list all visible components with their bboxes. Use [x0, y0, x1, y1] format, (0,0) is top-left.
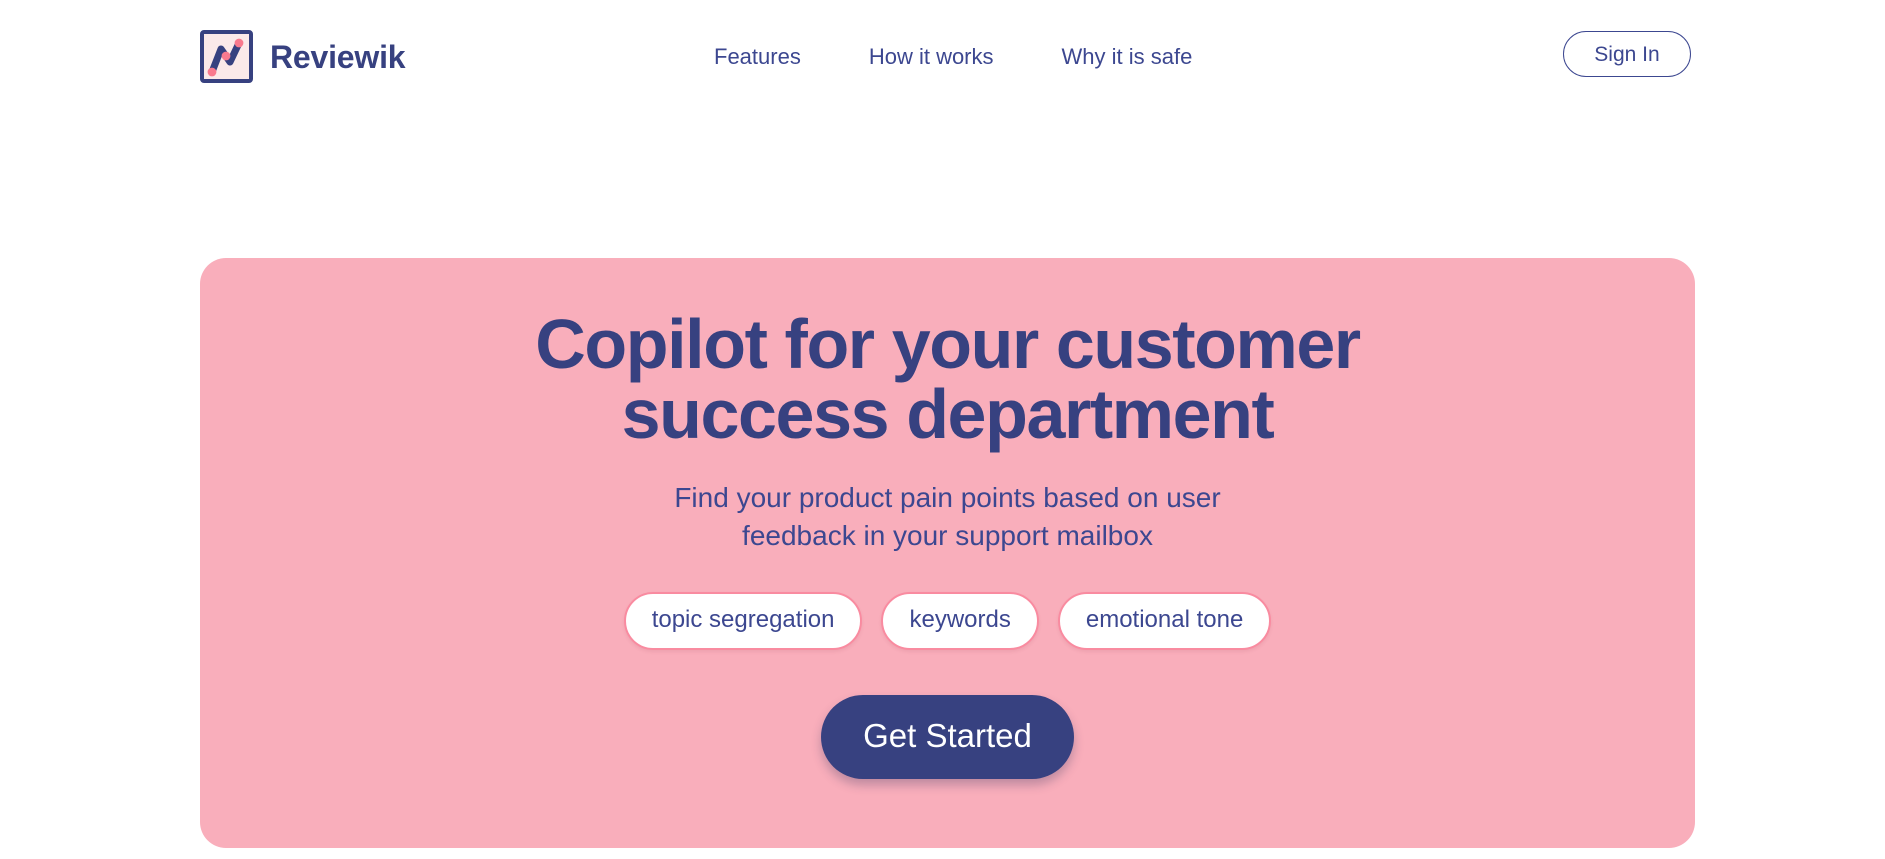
nav-link-how-it-works[interactable]: How it works: [869, 44, 994, 70]
hero-title: Copilot for your customer success depart…: [388, 309, 1508, 449]
nav-link-features[interactable]: Features: [714, 44, 801, 70]
tag-pill-emotional-tone[interactable]: emotional tone: [1057, 591, 1272, 650]
nav-link-why-it-is-safe[interactable]: Why it is safe: [1062, 44, 1193, 70]
hero-subtitle-line-1: Find your product pain points based on u…: [674, 482, 1221, 513]
tag-pill-keywords[interactable]: keywords: [881, 591, 1039, 650]
chart-zigzag-logo-icon: [200, 30, 253, 83]
hero-card: Copilot for your customer success depart…: [200, 258, 1695, 848]
hero-subtitle-line-2: feedback in your support mailbox: [742, 519, 1153, 551]
hero-tag-list: topic segregation keywords emotional ton…: [623, 591, 1272, 650]
brand-name: Reviewik: [270, 38, 406, 75]
sign-in-button[interactable]: Sign In: [1563, 31, 1691, 77]
hero-title-line-2: success department: [621, 375, 1275, 453]
cta-container: Get Started: [821, 694, 1074, 779]
page-root: Reviewik Features How it works Why it is…: [0, 0, 1885, 859]
get-started-button[interactable]: Get Started: [821, 694, 1074, 779]
tag-pill-topic-segregation[interactable]: topic segregation: [623, 591, 863, 650]
brand-logo-link[interactable]: Reviewik: [200, 30, 406, 83]
hero-subtitle: Find your product pain points based on u…: [518, 479, 1378, 555]
main-nav: Features How it works Why it is safe: [714, 44, 1192, 70]
hero-title-line-1: Copilot for your customer: [535, 305, 1361, 383]
site-header: Reviewik Features How it works Why it is…: [0, 0, 1885, 105]
